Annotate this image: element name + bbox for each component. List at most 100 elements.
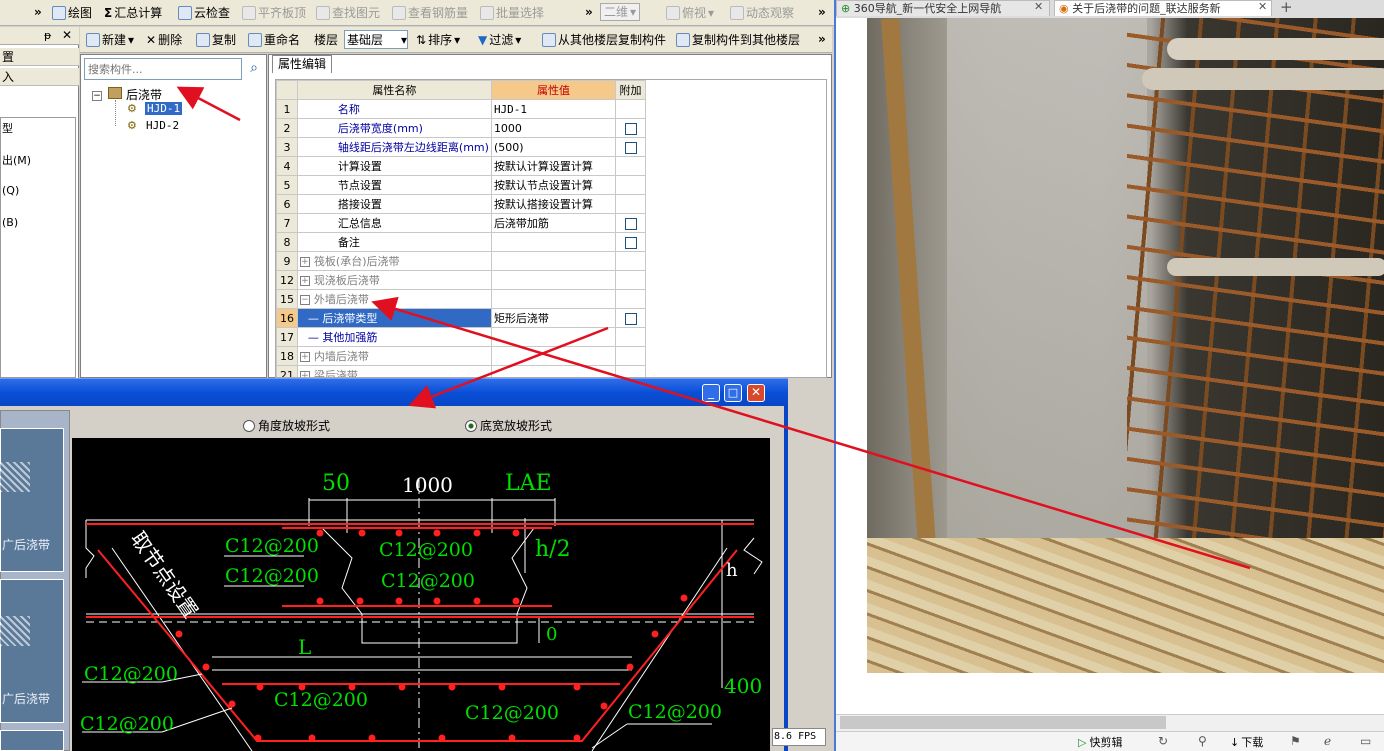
property-name[interactable]: — 其他加强筋 <box>296 327 492 347</box>
rename-button[interactable]: 重命名 <box>248 30 300 50</box>
copy-button[interactable]: 复制 <box>196 30 236 50</box>
window-icon[interactable]: ▭ <box>1360 734 1371 748</box>
property-name[interactable]: + 现浇板后浇带 <box>296 270 492 290</box>
tree-item-hjd2[interactable]: HJD-2 <box>146 119 179 132</box>
table-row[interactable]: 8 备注 <box>276 232 646 252</box>
property-value[interactable]: 按默认搭接设置计算 <box>490 194 617 214</box>
thumbnail-item[interactable] <box>0 730 64 751</box>
property-value[interactable]: 后浇带加筋 <box>490 213 617 233</box>
pin-icon[interactable]: ᵽ <box>44 29 51 42</box>
nav-tree-item[interactable]: 型 <box>2 120 13 136</box>
nav-item[interactable]: 置 <box>0 48 79 66</box>
property-value[interactable]: HJD-1 <box>490 99 617 119</box>
expand-icon[interactable]: + <box>299 371 310 377</box>
property-name[interactable]: 搭接设置 <box>296 194 492 214</box>
ie-icon[interactable]: ℯ <box>1324 734 1331 748</box>
refresh-icon[interactable]: ↻ <box>1158 734 1168 748</box>
dynamic-view-button[interactable]: 动态观察 <box>730 3 794 23</box>
table-row[interactable]: 21 + 梁后浇带 <box>276 365 646 377</box>
maximize-button[interactable]: □ <box>724 384 742 402</box>
property-value[interactable]: 矩形后浇带 <box>490 308 617 328</box>
copy-from-floor-button[interactable]: 从其他楼层复制构件 <box>542 30 666 50</box>
tab-close-icon[interactable]: ✕ <box>1258 0 1267 13</box>
nav-item[interactable]: 入 <box>0 68 79 86</box>
radio-option-angle[interactable]: 角度放坡形式 <box>243 417 330 434</box>
quick-clip-button[interactable]: ▷ 快剪辑 <box>1078 734 1122 750</box>
property-value[interactable]: 按默认节点设置计算 <box>490 175 617 195</box>
property-value[interactable] <box>490 270 617 290</box>
new-tab-button[interactable]: + <box>1280 0 1293 16</box>
table-row[interactable]: 6 搭接设置 按默认搭接设置计算 <box>276 194 646 214</box>
property-name[interactable]: + 内墙后浇带 <box>296 346 492 366</box>
property-name[interactable]: 轴线距后浇带左边线距离(mm) <box>296 137 492 157</box>
close-icon[interactable]: ✕ <box>62 28 72 42</box>
property-name[interactable]: − 外墙后浇带 <box>296 289 492 309</box>
flag-icon[interactable]: ⚑ <box>1290 734 1301 748</box>
tab-property-edit[interactable]: 属性编辑 <box>272 55 333 73</box>
floor-select[interactable]: 基础层 ▾ <box>344 30 408 49</box>
batch-select-button[interactable]: 批量选择 <box>480 3 544 23</box>
find-element-button[interactable]: 查找图元 <box>316 3 380 23</box>
table-row[interactable]: 16— 后浇带类型 矩形后浇带 <box>276 308 646 328</box>
table-row[interactable]: 1 名称 HJD-1 <box>276 99 646 119</box>
property-value[interactable] <box>490 365 617 377</box>
new-button[interactable]: 新建 ▾ <box>86 30 134 50</box>
collapse-icon[interactable]: − <box>299 295 310 305</box>
extra-checkbox[interactable] <box>624 122 637 135</box>
table-row[interactable]: 12 + 现浇板后浇带 <box>276 270 646 290</box>
property-value[interactable] <box>490 346 617 366</box>
property-name[interactable]: 计算设置 <box>296 156 492 176</box>
toolbar-overflow2-icon[interactable]: » <box>585 2 593 22</box>
browser-tab-360[interactable]: ⊕ 360导航_新一代安全上网导航 <box>836 0 1050 16</box>
table-row[interactable]: 3 轴线距后浇带左边线距离(mm) (500) <box>276 137 646 157</box>
delete-button[interactable]: ✕ 删除 <box>146 30 182 50</box>
property-value[interactable] <box>490 327 617 347</box>
property-value[interactable] <box>490 232 617 252</box>
property-name[interactable]: — 后浇带类型 <box>296 308 492 328</box>
draw-button[interactable]: 绘图 <box>52 3 92 23</box>
search-input[interactable] <box>84 58 242 80</box>
search-icon[interactable]: ⌕ <box>245 60 263 78</box>
table-row[interactable]: 18 + 内墙后浇带 <box>276 346 646 366</box>
property-value[interactable]: 1000 <box>490 118 617 138</box>
table-row[interactable]: 7 汇总信息 后浇带加筋 <box>276 213 646 233</box>
cad-canvas[interactable]: 50 1000 LAE h/2 h 0 L 400 C12@200 C12@20… <box>72 438 770 751</box>
download-button[interactable]: ↓ 下载 <box>1230 734 1263 750</box>
pin-tool-icon[interactable]: ⚲ <box>1198 734 1207 748</box>
property-name[interactable]: + 梁后浇带 <box>296 365 492 377</box>
table-row[interactable]: 4 计算设置 按默认计算设置计算 <box>276 156 646 176</box>
table-row[interactable]: 2 后浇带宽度(mm) 1000 <box>276 118 646 138</box>
property-value[interactable] <box>490 289 617 309</box>
cloud-check-button[interactable]: 云检查 <box>178 3 230 23</box>
property-name[interactable]: + 筏板(承台)后浇带 <box>296 251 492 271</box>
tree-root[interactable]: 后浇带 <box>126 86 162 103</box>
sort-button[interactable]: ⇅ 排序 ▾ <box>416 30 460 50</box>
property-name[interactable]: 备注 <box>296 232 492 252</box>
expand-icon[interactable]: + <box>299 352 310 362</box>
extra-checkbox[interactable] <box>624 312 637 325</box>
extra-checkbox[interactable] <box>624 141 637 154</box>
property-value[interactable]: 按默认计算设置计算 <box>490 156 617 176</box>
property-value[interactable]: (500) <box>490 137 617 157</box>
view-dropdown[interactable]: 俯视 ▾ <box>666 3 714 23</box>
property-name[interactable]: 节点设置 <box>296 175 492 195</box>
scrollbar-thumb[interactable] <box>840 716 1166 729</box>
table-row[interactable]: 17— 其他加强筋 <box>276 327 646 347</box>
tab-close-icon[interactable]: ✕ <box>1034 0 1043 13</box>
nav-tree-item[interactable]: (Q) <box>2 184 19 197</box>
view-rebar-button[interactable]: 查看钢筋量 <box>392 3 468 23</box>
toolbar2-overflow-icon[interactable]: » <box>818 29 826 49</box>
nav-tree-item[interactable]: 出(M) <box>2 152 31 168</box>
toolbar-overflow-icon[interactable]: » <box>34 2 42 22</box>
extra-checkbox[interactable] <box>624 236 637 249</box>
dimension-dropdown[interactable]: 二维 ▾ <box>600 3 641 21</box>
property-name[interactable]: 后浇带宽度(mm) <box>296 118 492 138</box>
flat-slab-button[interactable]: 平齐板顶 <box>242 3 306 23</box>
expand-icon[interactable]: + <box>299 276 310 286</box>
sum-button[interactable]: Σ 汇总计算 <box>104 3 162 23</box>
toolbar-overflow3-icon[interactable]: » <box>818 2 826 22</box>
copy-to-floor-button[interactable]: 复制构件到其他楼层 <box>676 30 800 50</box>
table-row[interactable]: 9 + 筏板(承台)后浇带 <box>276 251 646 271</box>
property-name[interactable]: 汇总信息 <box>296 213 492 233</box>
table-row[interactable]: 15− 外墙后浇带 <box>276 289 646 309</box>
